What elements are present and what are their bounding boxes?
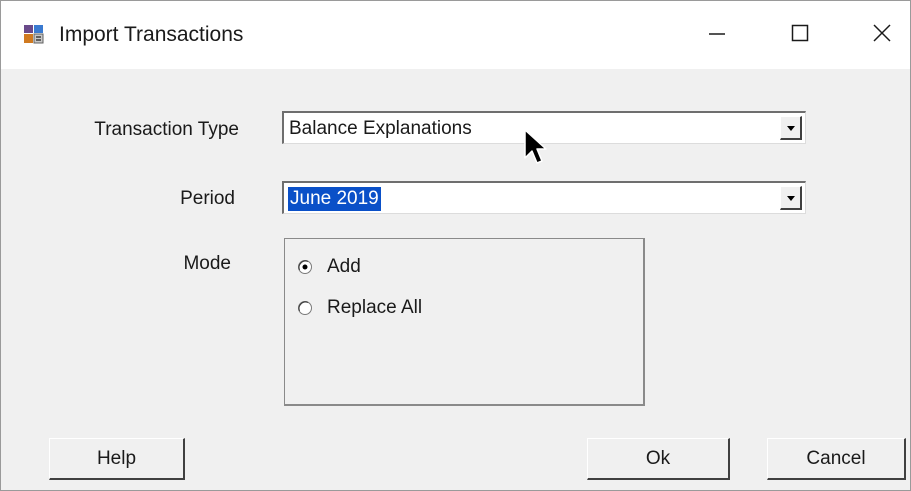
chevron-down-icon: [786, 189, 796, 207]
close-icon: [872, 23, 892, 48]
transaction-type-label: Transaction Type: [94, 119, 239, 140]
import-transactions-dialog: Import Transactions Transaction Type Bal…: [0, 0, 911, 491]
close-button[interactable]: [859, 15, 905, 55]
cancel-button[interactable]: Cancel: [767, 438, 906, 480]
transaction-type-value: Balance Explanations: [289, 118, 472, 139]
transaction-type-dropdown-button[interactable]: [780, 116, 802, 140]
mode-label: Mode: [183, 253, 231, 274]
maximize-button[interactable]: [777, 15, 823, 55]
minimize-icon: [707, 23, 727, 48]
window-title: Import Transactions: [59, 23, 244, 46]
mode-group: Add Replace All: [284, 238, 645, 406]
maximize-icon: [790, 23, 810, 48]
import-app-icon: [23, 23, 45, 45]
minimize-button[interactable]: [694, 15, 740, 55]
radio-unselected-icon[interactable]: [297, 300, 313, 316]
mode-option-label: Replace All: [327, 297, 423, 318]
period-value: June 2019: [288, 187, 381, 211]
mode-option-replace-all[interactable]: Replace All: [297, 296, 422, 320]
radio-selected-icon[interactable]: [297, 259, 313, 275]
title-bar[interactable]: Import Transactions: [1, 1, 910, 69]
period-dropdown-button[interactable]: [780, 186, 802, 210]
help-button[interactable]: Help: [49, 438, 185, 480]
ok-button[interactable]: Ok: [587, 438, 730, 480]
mode-option-label: Add: [327, 256, 361, 277]
mode-option-add[interactable]: Add: [297, 255, 361, 279]
chevron-down-icon: [786, 119, 796, 137]
period-select[interactable]: June 2019: [282, 181, 806, 214]
period-label: Period: [180, 188, 235, 209]
mouse-pointer-icon: [523, 128, 549, 172]
